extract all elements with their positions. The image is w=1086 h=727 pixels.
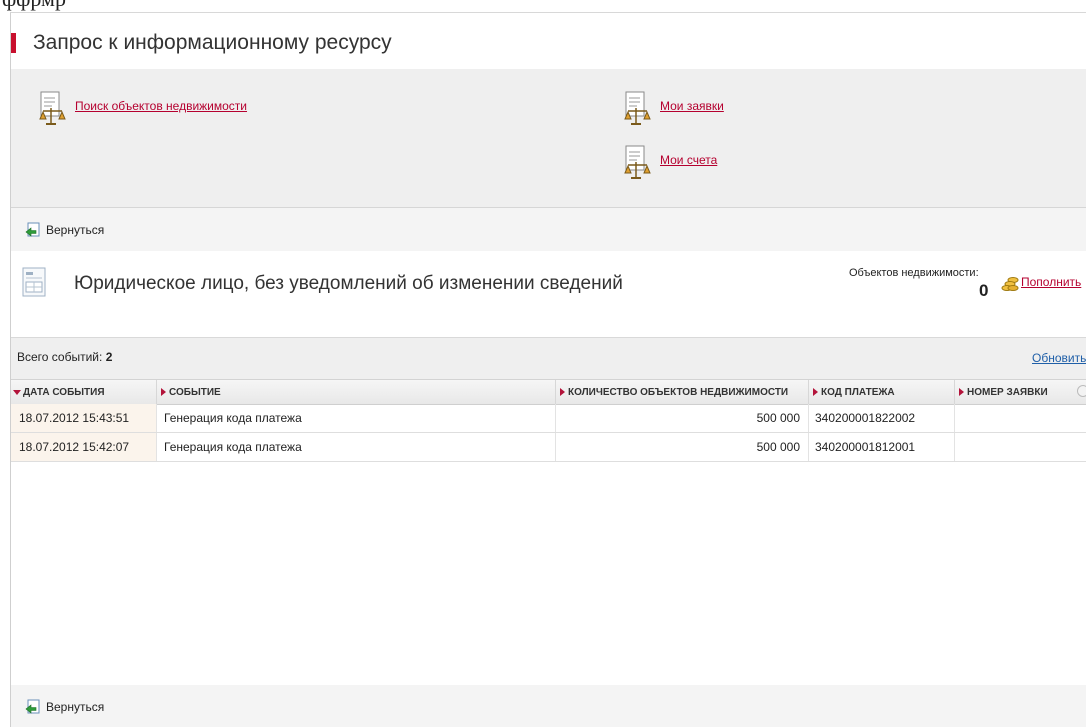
- events-total-count: 2: [105, 350, 113, 364]
- back-button-bottom[interactable]: Вернуться: [25, 699, 104, 715]
- column-header-objects-quantity[interactable]: КОЛИЧЕСТВО ОБЪЕКТОВ НЕДВИЖИМОСТИ: [556, 380, 809, 404]
- account-info-panel: Юридическое лицо, без уведомлений об изм…: [11, 251, 1086, 337]
- events-total-label: Всего событий:: [17, 350, 103, 364]
- sort-arrow-icon: [560, 388, 565, 396]
- table-empty-area: [11, 463, 1086, 686]
- cell-event-date: 18.07.2012 15:43:51: [11, 404, 157, 432]
- events-total: Всего событий: 2: [17, 350, 112, 364]
- table-row[interactable]: 18.07.2012 15:42:07 Генерация кода плате…: [11, 433, 1086, 462]
- document-card-icon: [22, 267, 46, 297]
- page-header: Запрос к информационному ресурсу: [11, 13, 1086, 69]
- cell-payment-code: 340200001812001: [809, 433, 955, 461]
- page-title: Запрос к информационному ресурсу: [33, 31, 392, 54]
- cell-request-number: [955, 404, 1086, 432]
- events-table-body: 18.07.2012 15:43:51 Генерация кода плате…: [11, 404, 1086, 462]
- sort-arrow-icon: [813, 388, 818, 396]
- back-bar-top: Вернуться: [11, 208, 1086, 252]
- objects-count-value: 0: [979, 281, 989, 300]
- cell-event-date: 18.07.2012 15:42:07: [11, 433, 157, 461]
- topup-link[interactable]: Пополнить: [1021, 275, 1081, 289]
- column-header-event-date[interactable]: ДАТА СОБЫТИЯ: [11, 380, 157, 404]
- my-accounts-link-label: Мои счета: [660, 153, 718, 167]
- column-label-request-number: НОМЕР ЗАЯВКИ: [967, 386, 1048, 398]
- cell-payment-code: 340200001822002: [809, 404, 955, 432]
- my-requests-link[interactable]: Мои заявки: [623, 91, 724, 127]
- sort-arrow-icon: [161, 388, 166, 396]
- cell-event: Генерация кода платежа: [157, 433, 556, 461]
- column-settings-icon[interactable]: [1077, 385, 1086, 397]
- column-header-payment-code[interactable]: КОД ПЛАТЕЖА: [809, 380, 955, 404]
- column-header-event[interactable]: СОБЫТИЕ: [157, 380, 556, 404]
- document-scales-icon: [624, 91, 651, 125]
- back-arrow-icon: [25, 222, 40, 237]
- back-arrow-icon: [25, 699, 40, 714]
- back-button-top-label: Вернуться: [46, 223, 105, 237]
- column-header-request-number[interactable]: НОМЕР ЗАЯВКИ: [955, 380, 1077, 404]
- cell-request-number: [955, 433, 1086, 461]
- main-frame: Запрос к информационному ресурсу Поиск о…: [10, 12, 1086, 727]
- top-text-fragment: ффрмр: [2, 0, 66, 12]
- events-summary-bar: Всего событий: 2 Обновить: [11, 337, 1086, 380]
- links-panel: Поиск объектов недвижимости Мои заявки М…: [11, 69, 1086, 208]
- sort-arrow-icon: [959, 388, 964, 396]
- document-scales-icon: [624, 145, 651, 179]
- coins-icon: [1001, 277, 1019, 291]
- back-button-top[interactable]: Вернуться: [25, 222, 104, 238]
- title-accent-bar: [11, 33, 16, 53]
- search-objects-link-label: Поиск объектов недвижимости: [75, 99, 248, 113]
- cell-objects-quantity: 500 000: [556, 433, 809, 461]
- events-table-header: ДАТА СОБЫТИЯ СОБЫТИЕ КОЛИЧЕСТВО ОБЪЕКТОВ…: [11, 379, 1086, 405]
- back-bar-bottom: Вернуться: [11, 685, 1086, 727]
- back-button-bottom-label: Вернуться: [46, 700, 105, 714]
- objects-count-label: Объектов недвижимости:: [849, 267, 979, 279]
- column-label-payment-code: КОД ПЛАТЕЖА: [821, 386, 895, 398]
- document-scales-icon: [39, 91, 66, 125]
- account-type-title: Юридическое лицо, без уведомлений об изм…: [74, 273, 623, 294]
- cell-event: Генерация кода платежа: [157, 404, 556, 432]
- sort-desc-icon: [13, 389, 21, 395]
- table-row[interactable]: 18.07.2012 15:43:51 Генерация кода плате…: [11, 404, 1086, 433]
- cell-objects-quantity: 500 000: [556, 404, 809, 432]
- my-requests-link-label: Мои заявки: [660, 99, 724, 113]
- refresh-link[interactable]: Обновить: [1032, 351, 1086, 365]
- column-label-objects-quantity: КОЛИЧЕСТВО ОБЪЕКТОВ НЕДВИЖИМОСТИ: [568, 386, 789, 398]
- my-accounts-link[interactable]: Мои счета: [623, 145, 717, 181]
- search-objects-link[interactable]: Поиск объектов недвижимости: [38, 91, 247, 127]
- column-label-event-date: ДАТА СОБЫТИЯ: [23, 386, 105, 398]
- column-label-event: СОБЫТИЕ: [169, 386, 221, 398]
